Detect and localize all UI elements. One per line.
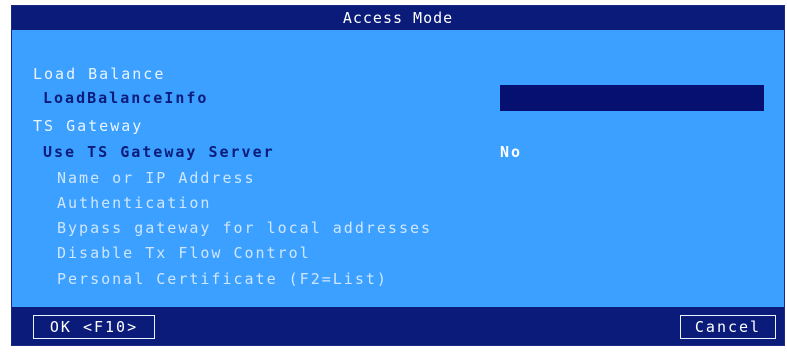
cancel-button[interactable]: Cancel [680,315,776,339]
dialog-footer: OK <F10> Cancel [12,307,784,345]
use-ts-gateway-server-label[interactable]: Use TS Gateway Server [43,141,275,163]
dialog-title: Access Mode [12,6,784,30]
bypass-gateway-label: Bypass gateway for local addresses [57,219,433,237]
disable-tx-flow-label: Disable Tx Flow Control [57,244,311,262]
section-ts-gateway: TS Gateway [33,117,144,135]
load-balance-info-field[interactable] [500,85,764,111]
section-load-balance: Load Balance [33,65,166,83]
access-mode-dialog: Access Mode Load Balance LoadBalanceInfo… [11,5,785,346]
use-ts-gateway-server-value[interactable]: No [500,141,522,163]
name-or-ip-label: Name or IP Address [57,169,256,187]
personal-certificate-label: Personal Certificate (F2=List) [57,270,388,288]
authentication-label: Authentication [57,194,212,212]
load-balance-info-label[interactable]: LoadBalanceInfo [43,87,208,109]
ok-button[interactable]: OK <F10> [33,315,155,339]
